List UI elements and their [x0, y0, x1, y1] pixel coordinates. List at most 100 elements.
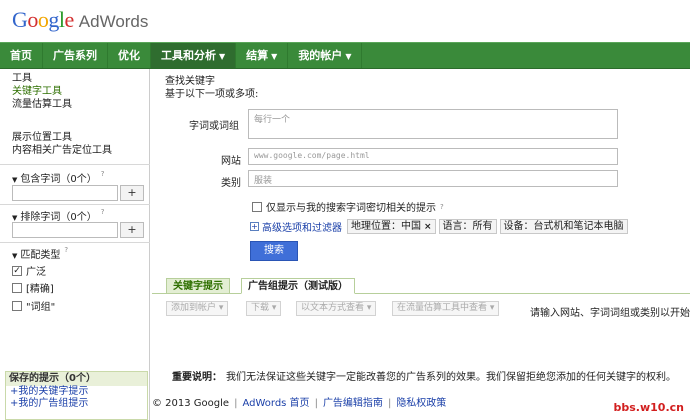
- match-phrase-label: "词组": [26, 302, 56, 313]
- logo-letter: G: [12, 7, 28, 32]
- location-filter-chip[interactable]: 地理位置：中国 ×: [347, 219, 436, 234]
- logo-letter: o: [27, 7, 38, 32]
- match-broad-option[interactable]: ✓ 广泛: [12, 263, 46, 278]
- word-phrase-placeholder: 每行一个: [254, 115, 291, 125]
- chevron-down-icon: ▾: [271, 303, 277, 313]
- nav-campaigns[interactable]: 广告系列: [43, 43, 108, 68]
- page-subtitle: 基于以下一项或多项:: [165, 89, 259, 100]
- triangle-down-icon: ▼: [12, 176, 18, 184]
- view-in-estimator-button[interactable]: 在流量估算工具中查看 ▾: [392, 301, 500, 316]
- sidebar-item-placement-tool[interactable]: 展示位置工具: [12, 132, 72, 144]
- nav-optimize[interactable]: 优化: [108, 43, 151, 68]
- include-words-toggle[interactable]: ▼ 包含字词（0个）?: [12, 170, 104, 185]
- match-broad-label: 广泛: [26, 267, 46, 278]
- download-button[interactable]: 下载 ▾: [246, 301, 282, 316]
- checkbox-unchecked[interactable]: [12, 300, 22, 311]
- language-filter-chip[interactable]: 语言：所有: [438, 219, 497, 234]
- expand-plus-icon[interactable]: +: [250, 222, 259, 231]
- notice-text: 我们无法保证这些关键字一定能改善您的广告系列的效果。我们保留拒绝您添加的任何关键…: [226, 372, 676, 383]
- chevron-down-icon: ▾: [489, 303, 495, 313]
- google-adwords-logo[interactable]: Google AdWords: [12, 7, 148, 33]
- main-nav: 首页 广告系列 优化 工具和分析 ▼ 结算 ▼ 我的帐户 ▼: [0, 42, 690, 69]
- saved-keyword-ideas-link[interactable]: +我的关键字提示: [6, 386, 147, 398]
- sidebar-heading-tools: 工具: [12, 73, 32, 84]
- checkbox-unchecked[interactable]: [252, 201, 262, 212]
- advanced-options-link[interactable]: 高级选项和过滤器: [262, 219, 342, 234]
- website-label: 网站: [221, 156, 241, 167]
- category-label: 类别: [221, 178, 241, 189]
- nav-tools-label: 工具和分析: [161, 49, 216, 62]
- exclude-words-toggle[interactable]: ▼ 排除字词（0个）?: [12, 208, 104, 223]
- saved-keyword-ideas-label: 我的关键字提示: [18, 386, 89, 397]
- watermark: bbs.w10.cn: [613, 401, 684, 414]
- include-words-input[interactable]: [12, 185, 118, 201]
- location-chip-label: 地理位置：中国: [351, 221, 421, 232]
- search-button[interactable]: 搜索: [250, 241, 298, 261]
- nav-home[interactable]: 首页: [0, 43, 43, 68]
- view-as-text-label: 以文本方式查看: [301, 303, 365, 313]
- nav-account[interactable]: 我的帐户 ▼: [288, 43, 363, 68]
- triangle-down-icon: ▼: [12, 214, 18, 222]
- help-icon[interactable]: ?: [64, 246, 68, 254]
- device-filter-chip[interactable]: 设备：台式机和笔记本电脑: [499, 219, 628, 234]
- include-add-button[interactable]: +: [120, 185, 144, 201]
- tab-divider: [152, 293, 690, 294]
- logo-letter: o: [37, 7, 49, 32]
- chevron-down-icon: ▾: [218, 303, 224, 313]
- close-icon[interactable]: ×: [424, 222, 432, 232]
- sidebar-item-keyword-tool[interactable]: 关键字工具: [12, 86, 62, 98]
- add-to-account-button[interactable]: 添加到帐户 ▾: [166, 301, 229, 316]
- match-phrase-option[interactable]: "词组": [12, 298, 55, 313]
- notice-label: 重要说明：: [172, 372, 222, 383]
- nav-billing[interactable]: 结算 ▼: [236, 43, 289, 68]
- view-in-estimator-label: 在流量估算工具中查看: [397, 303, 488, 313]
- main-content: 查找关键字 基于以下一项或多项: 字词或词组 每行一个 网站 www.googl…: [152, 69, 690, 420]
- word-phrase-label: 字词或词组: [189, 121, 239, 132]
- adwords-wordmark: AdWords: [78, 12, 149, 31]
- privacy-policy-link[interactable]: 隐私权政策: [396, 398, 446, 409]
- word-phrase-textarea[interactable]: 每行一个: [248, 109, 618, 139]
- nav-tools[interactable]: 工具和分析 ▼: [151, 43, 237, 68]
- adwords-home-link[interactable]: AdWords 首页: [242, 398, 309, 409]
- logo-letter: e: [64, 7, 75, 32]
- chevron-down-icon: ▾: [366, 303, 372, 313]
- divider: [0, 242, 150, 243]
- sidebar: 工具 关键字工具 流量估算工具 展示位置工具 内容相关广告定位工具 ▼ 包含字词（…: [0, 69, 150, 420]
- tab-keyword-ideas[interactable]: 关键字提示: [166, 278, 230, 294]
- header: Google AdWords: [0, 0, 690, 42]
- help-icon[interactable]: ?: [101, 170, 105, 178]
- website-input[interactable]: www.google.com/page.html: [248, 148, 618, 165]
- sidebar-item-contextual-tool[interactable]: 内容相关广告定位工具: [12, 145, 112, 157]
- logo-letter: g: [48, 7, 59, 32]
- checkbox-checked[interactable]: ✓: [12, 265, 22, 276]
- divider: [0, 204, 150, 205]
- saved-adgroup-ideas-link[interactable]: +我的广告组提示: [6, 398, 147, 410]
- match-type-toggle[interactable]: ▼ 匹配类型?: [12, 246, 68, 261]
- view-as-text-button[interactable]: 以文本方式查看 ▾: [296, 301, 377, 316]
- match-type-label: 匹配类型: [20, 250, 61, 261]
- help-icon[interactable]: ?: [440, 203, 444, 211]
- chevron-down-icon: ▼: [345, 52, 352, 61]
- closely-related-option[interactable]: 仅显示与我的搜索字词密切相关的提示 ?: [252, 199, 444, 214]
- copyright: © 2013 Google: [152, 398, 230, 409]
- sidebar-item-traffic-estimator[interactable]: 流量估算工具: [12, 99, 72, 111]
- category-input[interactable]: 服装: [248, 170, 618, 187]
- chevron-down-icon: ▼: [219, 52, 226, 61]
- tab-adgroup-ideas[interactable]: 广告组提示（测试版）: [241, 278, 355, 294]
- page-title: 查找关键字: [165, 76, 215, 87]
- editorial-guidelines-link[interactable]: 广告编辑指南: [323, 398, 383, 409]
- exclude-add-button[interactable]: +: [120, 222, 144, 238]
- checkbox-unchecked[interactable]: [12, 282, 22, 293]
- footer: © 2013 Google | AdWords 首页 | 广告编辑指南 | 隐私权政策: [152, 398, 447, 409]
- category-placeholder: 服装: [254, 176, 273, 186]
- add-to-account-label: 添加到帐户: [171, 303, 217, 313]
- exclude-words-input[interactable]: [12, 222, 118, 238]
- saved-adgroup-ideas-label: 我的广告组提示: [18, 398, 89, 409]
- nav-account-label: 我的帐户: [298, 49, 343, 62]
- help-icon[interactable]: ?: [101, 208, 105, 216]
- important-notice: 重要说明： 我们无法保证这些关键字一定能改善您的广告系列的效果。我们保留拒绝您添加…: [172, 368, 676, 383]
- match-exact-label: [精确]: [26, 284, 54, 295]
- match-exact-option[interactable]: [精确]: [12, 280, 54, 295]
- empty-results-hint: 请输入网站、字词词组或类别以开始: [530, 308, 690, 319]
- triangle-down-icon: ▼: [12, 252, 18, 260]
